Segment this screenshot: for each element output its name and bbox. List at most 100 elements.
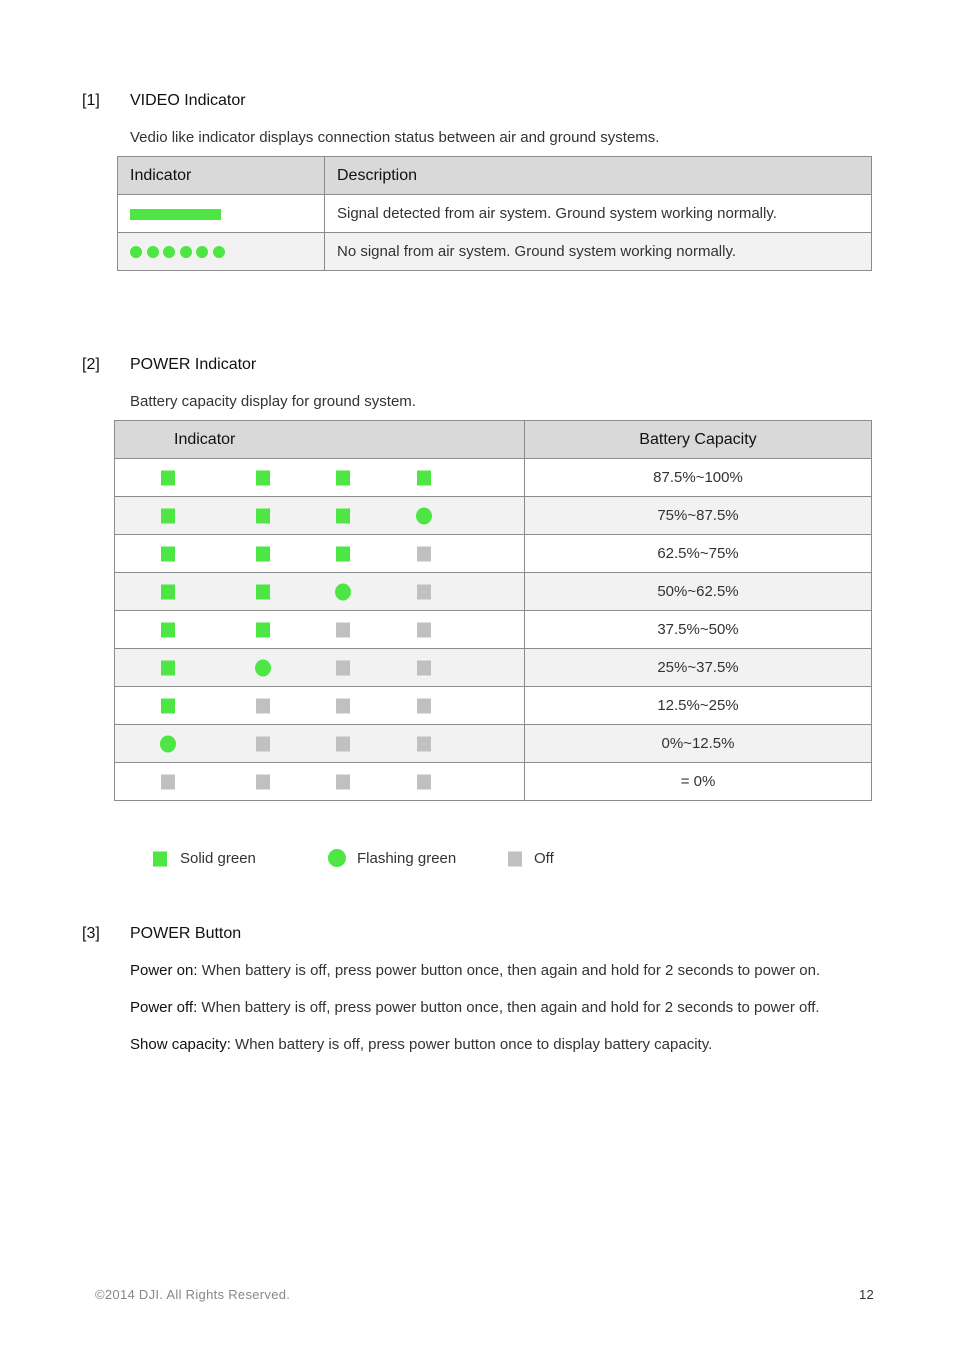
page-number: 12: [859, 1287, 875, 1302]
power-on-instruction: Power on: When battery is off, press pow…: [130, 962, 820, 979]
solid-green-led-icon: [256, 584, 270, 599]
dot-icon: [196, 246, 208, 259]
capacity-cell: 87.5%~100%: [524, 458, 872, 497]
solid-green-led-icon: [161, 546, 175, 561]
indicator-cell: [114, 458, 525, 497]
header-indicator: Indicator: [117, 156, 325, 195]
capacity-cell: = 0%: [524, 762, 872, 801]
capacity-cell: 37.5%~50%: [524, 610, 872, 649]
flashing-green-led-icon: [160, 735, 176, 752]
table-row: 50%~62.5%: [114, 572, 872, 611]
indicator-cell: [114, 648, 525, 687]
table-row: 62.5%~75%: [114, 534, 872, 573]
table-row: 0%~12.5%: [114, 724, 872, 763]
table-row: = 0%: [114, 762, 872, 801]
dot-icon: [163, 246, 175, 259]
off-led-icon: [417, 584, 431, 599]
solid-green-led-icon: [417, 470, 431, 485]
power-off-label: Power off:: [130, 999, 198, 1016]
flashing-green-led-icon: [416, 507, 432, 524]
solid-green-led-icon: [161, 698, 175, 713]
off-led-icon: [336, 622, 350, 637]
solid-green-icon: [153, 851, 167, 867]
show-capacity-instruction: Show capacity: When battery is off, pres…: [130, 1036, 712, 1053]
indicator-cell: [114, 724, 525, 763]
solid-green-led-icon: [161, 470, 175, 485]
flashing-green-led-icon: [255, 659, 271, 676]
section-2-number: [2]: [82, 356, 100, 373]
off-led-icon: [417, 660, 431, 675]
solid-green-led-icon: [256, 470, 270, 485]
indicator-cell: [114, 610, 525, 649]
table-row: No signal from air system. Ground system…: [117, 232, 872, 271]
capacity-cell: 75%~87.5%: [524, 496, 872, 535]
table-row: 25%~37.5%: [114, 648, 872, 687]
power-on-text: When battery is off, press power button …: [197, 962, 821, 979]
table-row: 87.5%~100%: [114, 458, 872, 497]
off-led-icon: [336, 660, 350, 675]
header-indicator: Indicator: [114, 420, 525, 459]
off-led-icon: [336, 774, 350, 789]
show-capacity-label: Show capacity:: [130, 1036, 231, 1053]
solid-bar-icon: [130, 208, 221, 220]
flashing-green-led-icon: [335, 583, 351, 600]
section-3-number: [3]: [82, 925, 100, 942]
indicator-cell: [114, 496, 525, 535]
off-led-icon: [336, 736, 350, 751]
capacity-cell: 62.5%~75%: [524, 534, 872, 573]
off-led-icon: [417, 546, 431, 561]
dot-icon: [146, 246, 159, 259]
off-led-icon: [417, 774, 431, 789]
off-led-icon: [256, 698, 270, 713]
power-on-label: Power on:: [130, 962, 198, 979]
off-led-icon: [336, 698, 350, 713]
table-row: 75%~87.5%: [114, 496, 872, 535]
solid-green-led-icon: [161, 660, 175, 675]
dot-icon: [212, 246, 225, 259]
off-led-icon: [256, 736, 270, 751]
capacity-cell: 12.5%~25%: [524, 686, 872, 725]
power-off-text: When battery is off, press power button …: [197, 999, 820, 1016]
description-cell: No signal from air system. Ground system…: [324, 232, 872, 271]
header-battery-capacity: Battery Capacity: [524, 420, 872, 459]
table-row: 37.5%~50%: [114, 610, 872, 649]
section-1-description: Vedio like indicator displays connection…: [130, 129, 660, 146]
power-off-instruction: Power off: When battery is off, press po…: [130, 999, 820, 1016]
legend-label: Solid green: [180, 850, 256, 867]
off-led-icon: [417, 622, 431, 637]
indicator-cell: [114, 686, 525, 725]
header-description: Description: [324, 156, 872, 195]
video-indicator-table: Indicator Description Signal detected fr…: [117, 156, 872, 271]
dot-icon: [179, 246, 192, 259]
solid-green-led-icon: [336, 546, 350, 561]
show-capacity-text: When battery is off, press power button …: [230, 1036, 713, 1053]
solid-green-led-icon: [256, 546, 270, 561]
section-2-title: POWER Indicator: [130, 356, 257, 373]
section-3-title: POWER Button: [130, 925, 242, 942]
solid-green-led-icon: [336, 508, 350, 523]
table-row: 12.5%~25%: [114, 686, 872, 725]
indicator-cell: [114, 534, 525, 573]
off-led-icon: [417, 698, 431, 713]
solid-green-led-icon: [161, 622, 175, 637]
description-cell: Signal detected from air system. Ground …: [324, 194, 872, 233]
solid-green-led-icon: [161, 508, 175, 523]
section-1-number: [1]: [82, 92, 100, 109]
capacity-cell: 50%~62.5%: [524, 572, 872, 611]
indicator-cell: [117, 194, 325, 233]
legend-label: Flashing green: [357, 850, 457, 867]
off-icon: [508, 851, 522, 867]
off-led-icon: [161, 774, 175, 789]
section-1-title: VIDEO Indicator: [130, 92, 246, 109]
legend-label: Off: [534, 850, 554, 867]
flashing-green-icon: [328, 849, 346, 867]
indicator-cell: [114, 762, 525, 801]
indicator-cell: [114, 572, 525, 611]
solid-green-led-icon: [336, 470, 350, 485]
footer-copyright: ©2014 DJI. All Rights Reserved.: [95, 1287, 291, 1302]
solid-green-led-icon: [256, 508, 270, 523]
indicator-cell: [117, 232, 325, 271]
table-row: Signal detected from air system. Ground …: [117, 194, 872, 233]
section-2-description: Battery capacity display for ground syst…: [130, 393, 416, 410]
solid-green-led-icon: [161, 584, 175, 599]
